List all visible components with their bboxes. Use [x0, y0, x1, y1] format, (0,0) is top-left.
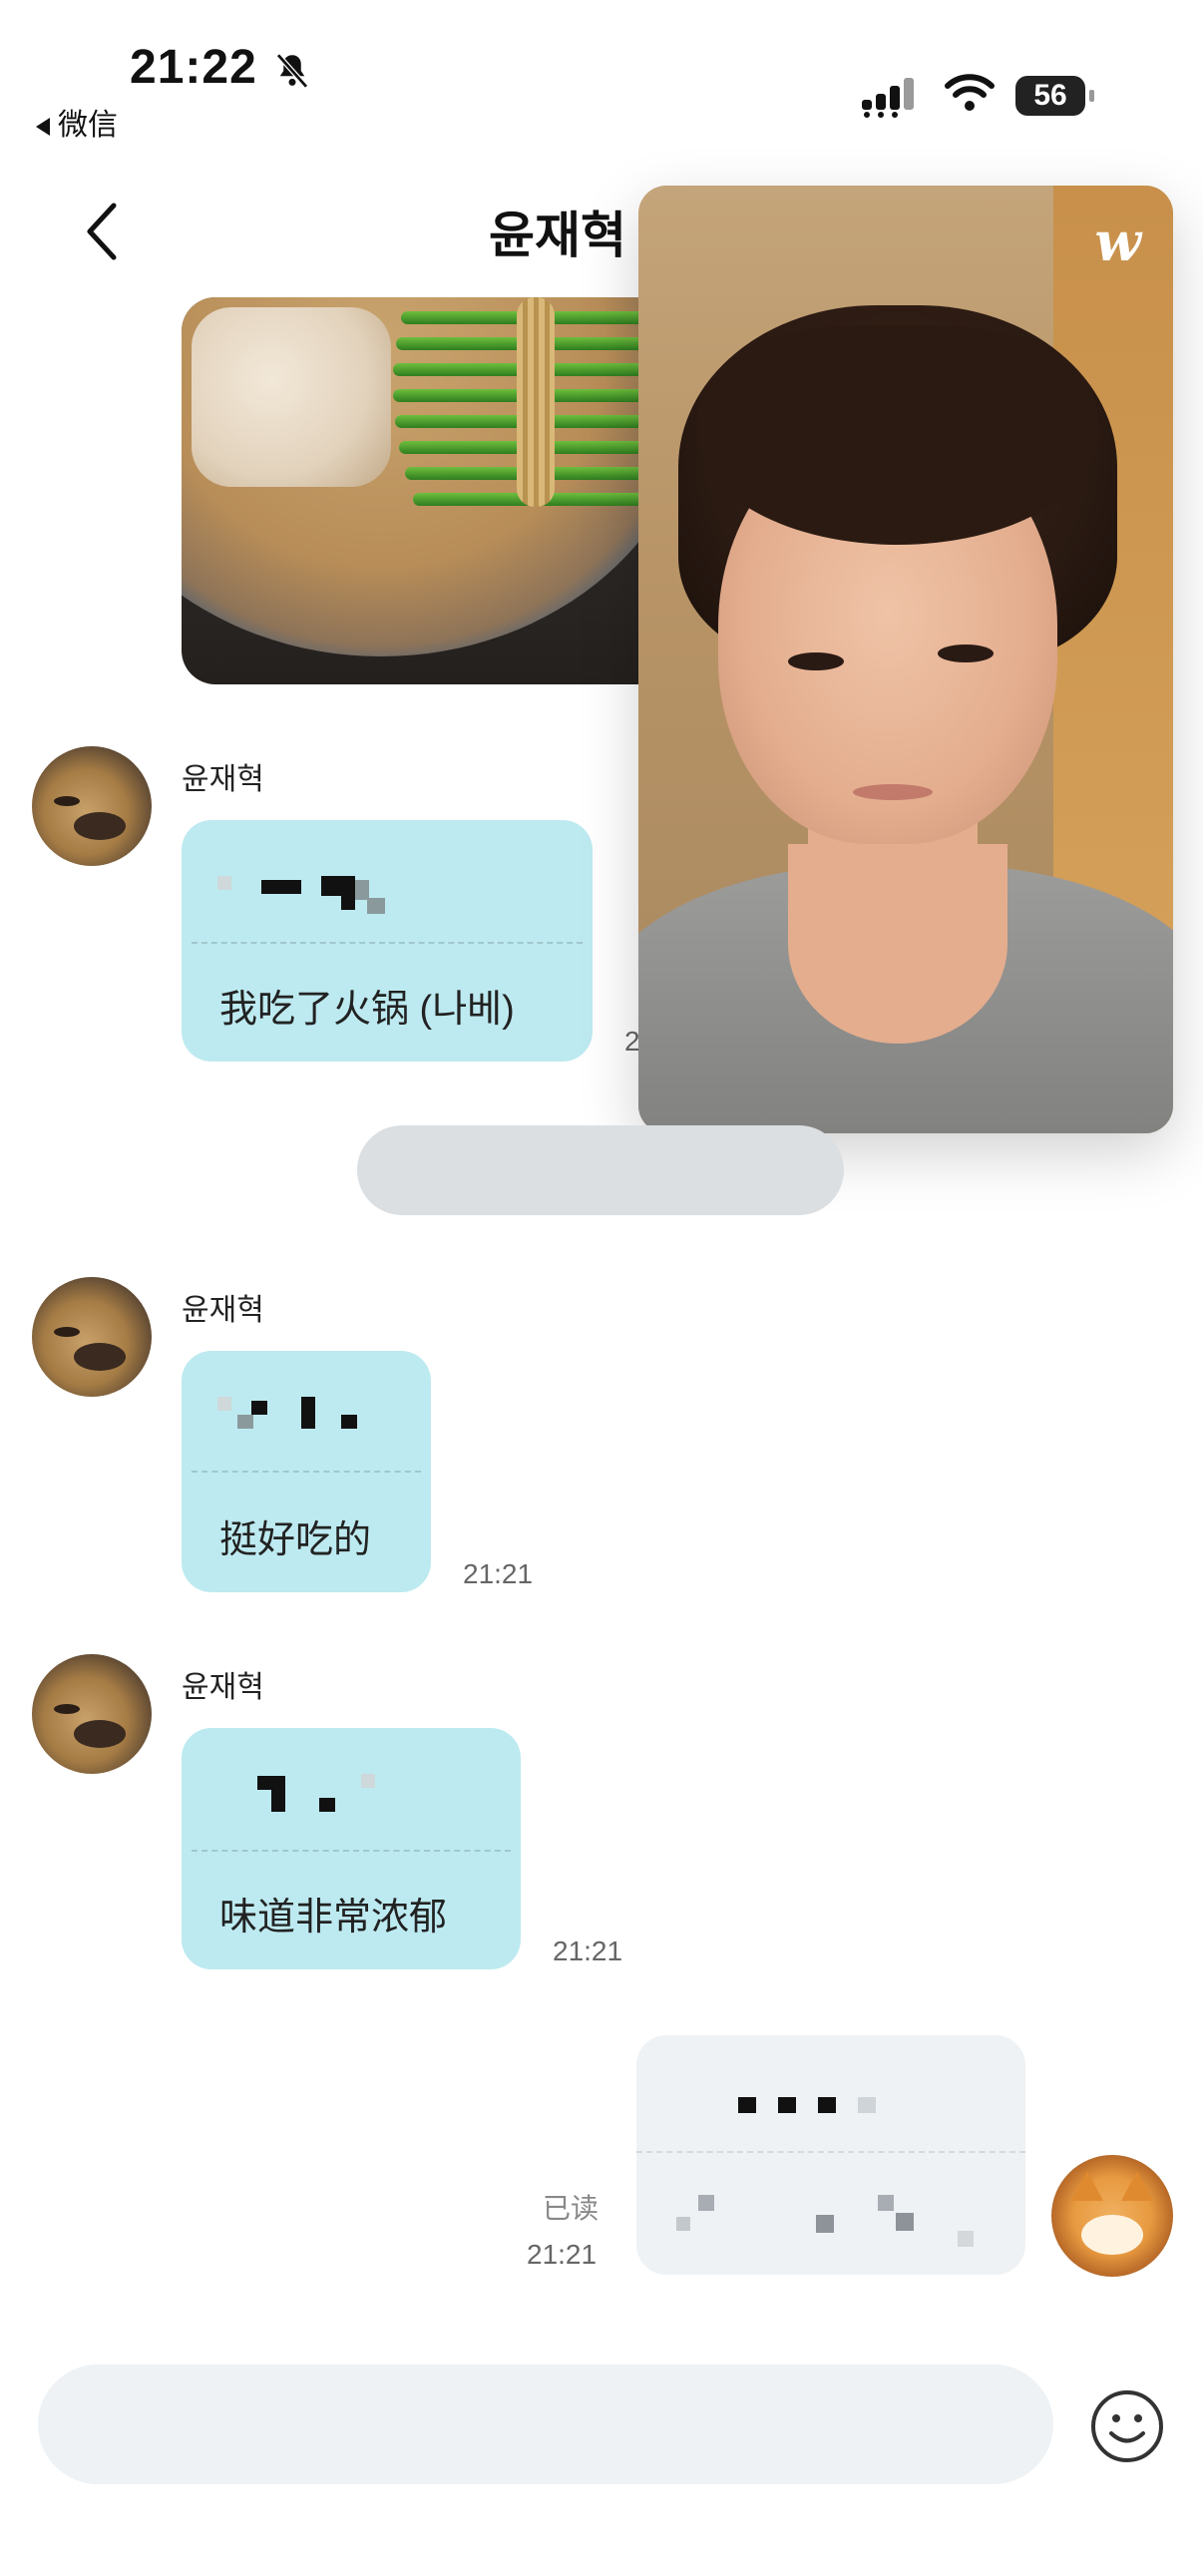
wifi-icon — [945, 74, 995, 111]
blurred-system-message — [357, 1125, 844, 1215]
back-triangle-icon — [36, 118, 50, 137]
message-bubble[interactable]: 我吃了火锅 (나베) — [182, 820, 593, 1062]
signal-icon — [862, 78, 914, 118]
floating-video-window[interactable]: w — [638, 186, 1173, 1133]
sesame-seeds — [517, 297, 555, 507]
my-avatar[interactable] — [1051, 2155, 1173, 2277]
message-input[interactable] — [38, 2364, 1053, 2484]
message-text: 我吃了火锅 (나베) — [219, 989, 515, 1031]
battery-tip — [1089, 90, 1094, 102]
message-text: 挺好吃的 — [219, 1519, 372, 1561]
message-time: 21:21 — [527, 2239, 598, 2270]
message-time: 21:21 — [463, 1558, 534, 1589]
food-photo-message[interactable] — [182, 297, 700, 684]
status-time: 21:22 — [130, 41, 257, 94]
battery-indicator: 56 — [1015, 76, 1085, 116]
meat-shape — [192, 307, 391, 487]
read-status: 已读 — [543, 2193, 600, 2224]
message-bubble[interactable]: 味道非常浓郁 — [182, 1728, 521, 1969]
outgoing-message-bubble[interactable] — [636, 2035, 1025, 2275]
back-to-app-link[interactable]: 微信 — [36, 100, 118, 144]
avatar[interactable] — [32, 1277, 152, 1397]
avatar[interactable] — [32, 1654, 152, 1774]
weverse-logo: w — [1094, 210, 1142, 273]
chat-title: 윤재혁 — [489, 208, 626, 263]
sender-name: 윤재혁 — [182, 1294, 264, 1327]
chevron-left-icon[interactable] — [80, 200, 130, 263]
back-app-label: 微信 — [58, 109, 118, 142]
sender-name: 윤재혁 — [182, 763, 264, 796]
message-text: 味道非常浓郁 — [219, 1897, 448, 1938]
bell-slash-icon — [276, 53, 308, 89]
message-time: 21:21 — [553, 1935, 623, 1966]
message-bubble[interactable]: 挺好吃的 — [182, 1351, 431, 1592]
sender-name: 윤재혁 — [182, 1671, 264, 1704]
avatar[interactable] — [32, 746, 152, 866]
smiley-icon[interactable] — [1089, 2388, 1165, 2464]
